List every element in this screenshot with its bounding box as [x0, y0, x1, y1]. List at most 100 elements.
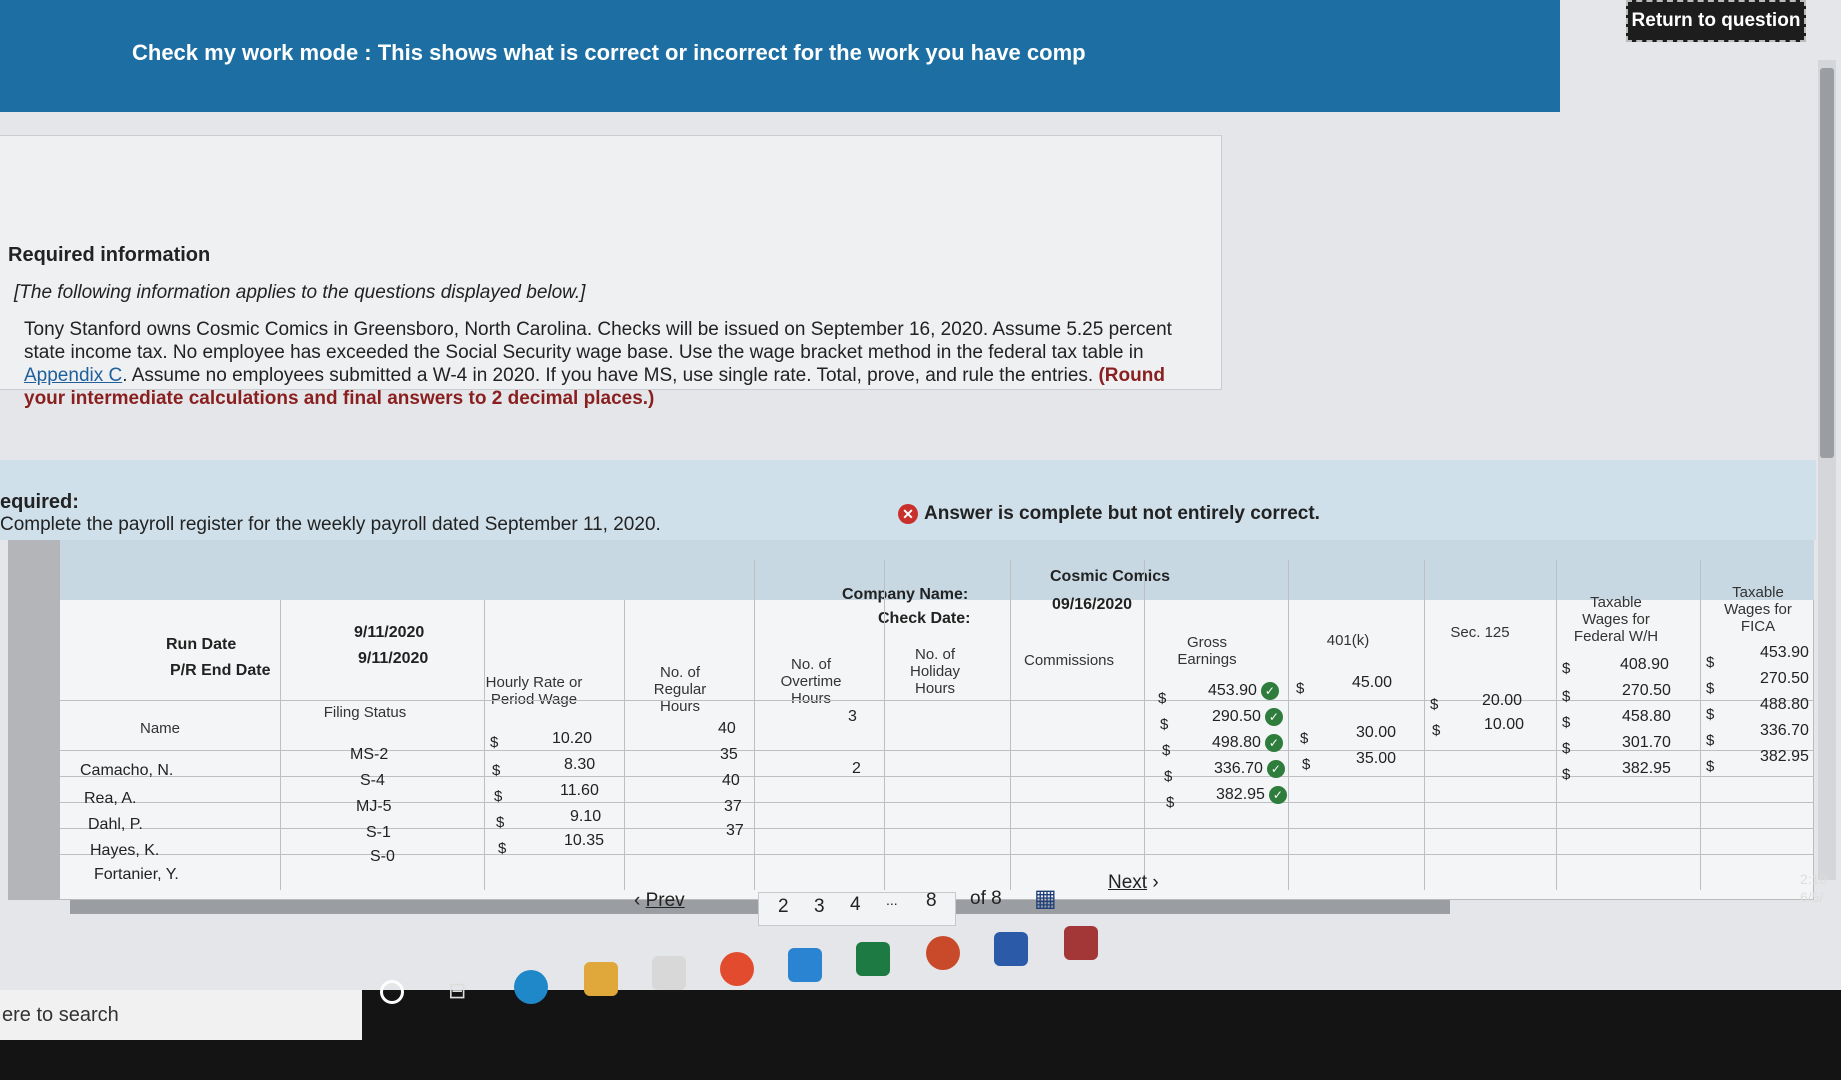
row3-gross-dollar: $ — [1162, 742, 1171, 759]
col-commissions: Commissions — [1023, 652, 1114, 669]
row2-rate-dollar: $ — [492, 762, 501, 779]
grid-line — [60, 750, 1814, 751]
pr-end-date-label: P/R End Date — [170, 662, 271, 679]
file-explorer-icon[interactable] — [584, 962, 618, 996]
col-holiday-hours: No. of Holiday Hours — [909, 646, 961, 697]
row1-401k-dollar: $ — [1296, 680, 1305, 697]
row1-filing[interactable]: MS-2 — [350, 746, 388, 764]
page-3[interactable]: 3 — [814, 896, 825, 918]
row1-rate-dollar: $ — [490, 734, 499, 751]
correct-check-icon: ✓ — [1260, 682, 1279, 700]
mail-icon[interactable] — [788, 948, 822, 982]
row3-fedwh[interactable]: 458.80 — [1622, 708, 1671, 726]
incorrect-x-icon: ✕ — [898, 504, 918, 524]
chrome-icon[interactable] — [720, 952, 754, 986]
prev-button[interactable]: ‹ Prev — [634, 890, 685, 912]
row2-regular[interactable]: 35 — [720, 746, 738, 764]
page-8[interactable]: 8 — [926, 890, 937, 912]
row5-regular[interactable]: 37 — [726, 822, 744, 840]
grid-line — [60, 828, 1814, 829]
row5-gross[interactable]: 382.95 ✓ — [1216, 786, 1287, 804]
answer-status-text: Answer is complete but not entirely corr… — [924, 503, 1320, 524]
row4-filing[interactable]: S-1 — [366, 824, 391, 842]
edge-icon[interactable] — [514, 970, 548, 1004]
row2-rate[interactable]: 8.30 — [564, 756, 595, 774]
row2-gross-value: 290.50 — [1212, 708, 1261, 726]
row4-401k-dollar: $ — [1302, 756, 1311, 773]
access-icon[interactable] — [1064, 926, 1098, 960]
appendix-c-link[interactable]: Appendix C — [24, 365, 122, 386]
row4-gross-dollar: $ — [1164, 768, 1173, 785]
grid-view-icon[interactable]: ▦ — [1034, 884, 1057, 913]
store-icon[interactable] — [652, 956, 686, 990]
page-2[interactable]: 2 — [778, 896, 789, 918]
row2-gross-dollar: $ — [1160, 716, 1169, 733]
row1-regular[interactable]: 40 — [718, 720, 736, 738]
row1-sec125[interactable]: 20.00 — [1482, 692, 1522, 710]
company-name-value: Cosmic Comics — [1050, 568, 1171, 585]
chevron-right-icon: › — [1147, 872, 1159, 893]
row2-fedwh[interactable]: 270.50 — [1622, 682, 1671, 700]
row3-fica[interactable]: 488.80 — [1760, 696, 1809, 714]
grid-line — [484, 600, 485, 890]
row1-gross[interactable]: 453.90 ✓ — [1208, 682, 1279, 700]
check-date-label: Check Date: — [878, 610, 971, 627]
col-taxable-fica: Taxable Wages for FICA — [1724, 584, 1792, 635]
clock-date: 6/5/ — [1800, 889, 1824, 905]
row4-gross-value: 336.70 — [1214, 760, 1263, 778]
info-body-part1: Tony Stanford owns Cosmic Comics in Gree… — [24, 319, 1172, 363]
required-text: Complete the payroll register for the we… — [0, 514, 661, 535]
excel-icon[interactable] — [856, 942, 890, 976]
word-icon[interactable] — [994, 932, 1028, 966]
row4-regular[interactable]: 37 — [724, 798, 742, 816]
row5-rate[interactable]: 10.35 — [564, 832, 604, 850]
return-to-question-button[interactable]: Return to question — [1626, 0, 1806, 42]
row4-401k[interactable]: 35.00 — [1356, 750, 1396, 768]
row3-rate[interactable]: 11.60 — [560, 782, 599, 800]
row1-fica[interactable]: 453.90 — [1760, 644, 1809, 662]
row1-fedwh[interactable]: 408.90 — [1620, 656, 1669, 674]
taskbar-search-input[interactable]: ere to search — [0, 990, 362, 1040]
task-view-icon[interactable]: ⊟ — [448, 978, 482, 1012]
col-name: Name — [139, 720, 180, 737]
row1-401k[interactable]: 45.00 — [1352, 674, 1392, 692]
row1-fica-dollar: $ — [1706, 654, 1715, 671]
row3-rate-dollar: $ — [494, 788, 503, 805]
row1-name: Camacho, N. — [80, 762, 174, 779]
scrollbar-thumb[interactable] — [1820, 68, 1834, 458]
row4-rate[interactable]: 9.10 — [570, 808, 601, 826]
row3-filing[interactable]: MJ-5 — [356, 798, 392, 816]
row2-filing[interactable]: S-4 — [360, 772, 385, 790]
row4-gross[interactable]: 336.70 ✓ — [1214, 760, 1285, 778]
row2-sec125[interactable]: 10.00 — [1484, 716, 1524, 734]
row3-gross-value: 498.80 — [1212, 734, 1261, 752]
powerpoint-icon[interactable] — [926, 936, 960, 970]
info-title: Required information — [8, 244, 211, 266]
row1-overtime[interactable]: 3 — [848, 708, 857, 726]
row5-fica[interactable]: 382.95 — [1760, 748, 1809, 766]
row4-fica[interactable]: 336.70 — [1760, 722, 1809, 740]
company-name-label: Company Name: — [842, 586, 969, 603]
page-4[interactable]: 4 — [850, 894, 861, 916]
system-clock[interactable]: 2:10 6/5/ — [1800, 870, 1827, 906]
row3-gross[interactable]: 498.80 ✓ — [1212, 734, 1283, 752]
correct-check-icon: ✓ — [1264, 708, 1283, 726]
row3-401k[interactable]: 30.00 — [1356, 724, 1396, 742]
row4-fedwh[interactable]: 301.70 — [1622, 734, 1671, 752]
col-regular-hours: No. of Regular Hours — [653, 664, 707, 715]
row5-filing[interactable]: S-0 — [370, 848, 395, 866]
row3-regular[interactable]: 40 — [722, 772, 740, 790]
row3-overtime[interactable]: 2 — [852, 760, 861, 778]
row2-gross[interactable]: 290.50 ✓ — [1212, 708, 1283, 726]
row1-rate[interactable]: 10.20 — [552, 730, 592, 748]
row1-fedwh-dollar: $ — [1562, 660, 1571, 677]
run-date-label: Run Date — [166, 636, 237, 653]
correct-check-icon: ✓ — [1264, 734, 1283, 752]
col-sec125: Sec. 125 — [1450, 624, 1510, 641]
row2-fica[interactable]: 270.50 — [1760, 670, 1809, 688]
next-button[interactable]: Next › — [1108, 872, 1159, 894]
row4-rate-dollar: $ — [496, 814, 505, 831]
row5-fedwh[interactable]: 382.95 — [1622, 760, 1671, 778]
cortana-icon[interactable] — [380, 980, 404, 1004]
grid-line — [60, 802, 1814, 803]
